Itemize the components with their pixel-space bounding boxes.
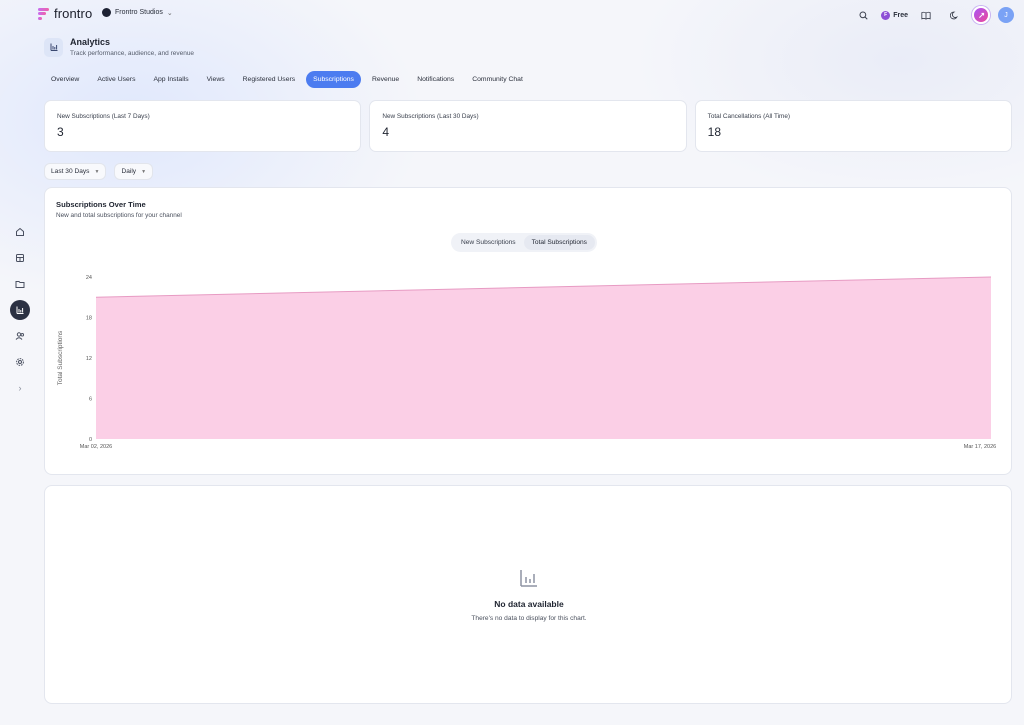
- plan-icon: F: [881, 10, 891, 20]
- stat-card: New Subscriptions (Last 7 Days) 3: [44, 100, 362, 152]
- app-name: frontro: [54, 6, 93, 21]
- user-avatar[interactable]: J: [998, 7, 1014, 23]
- top-right-actions: F Free J: [853, 5, 1014, 25]
- x-tick-label: Mar 17, 2026: [964, 444, 996, 450]
- empty-state-title: No data available: [494, 599, 564, 609]
- y-tick-label: 24: [86, 275, 92, 281]
- top-bar: frontro Frontro Studios ⌄ F Free J: [0, 0, 1024, 30]
- analytics-header-icon: [44, 37, 63, 57]
- stat-card: New Subscriptions (Last 30 Days) 4: [369, 100, 687, 152]
- tab-subscriptions[interactable]: Subscriptions: [306, 71, 361, 88]
- workspace-name: Frontro Studios: [115, 9, 163, 16]
- workspace-switcher[interactable]: Frontro Studios ⌄: [102, 8, 173, 17]
- tab-community-chat[interactable]: Community Chat: [465, 71, 530, 88]
- x-tick-label: Mar 02, 2026: [80, 444, 112, 450]
- stat-label: New Subscriptions (Last 30 Days): [382, 113, 479, 120]
- stat-value: 18: [707, 125, 722, 139]
- interval-select[interactable]: Daily ▼: [114, 163, 154, 180]
- series-area: [96, 277, 991, 439]
- empty-chart-card: No data available There's no data to dis…: [44, 485, 1012, 704]
- filters: Last 30 Days ▼ Daily ▼: [44, 163, 154, 180]
- search-icon[interactable]: [853, 5, 873, 25]
- dashboard-icon[interactable]: [10, 248, 30, 268]
- frontro-logo-icon: [38, 7, 50, 21]
- stat-label: New Subscriptions (Last 7 Days): [57, 113, 150, 120]
- book-icon[interactable]: [916, 5, 936, 25]
- app-logo[interactable]: frontro: [38, 6, 92, 21]
- chevron-down-icon: ⌄: [166, 9, 173, 17]
- tab-app-installs[interactable]: App Installs: [146, 71, 195, 88]
- empty-state-subtitle: There's no data to display for this char…: [471, 615, 587, 622]
- workspace-avatar-button[interactable]: [972, 6, 990, 24]
- workspace-avatar: [102, 8, 111, 17]
- stat-value: 4: [382, 125, 390, 139]
- stat-value: 3: [57, 125, 64, 139]
- tab-overview[interactable]: Overview: [44, 71, 86, 88]
- plan-label: Free: [893, 11, 908, 19]
- page-header: Analytics Track performance, audience, a…: [44, 37, 194, 57]
- page-subtitle: Track performance, audience, and revenue: [70, 50, 195, 57]
- home-icon[interactable]: [10, 222, 30, 242]
- tab-active-users[interactable]: Active Users: [90, 71, 142, 88]
- analytics-tabs: Overview Active Users App Installs Views…: [44, 71, 530, 88]
- chevron-down-icon: ▼: [94, 168, 100, 175]
- page-title: Analytics: [70, 37, 111, 47]
- tab-revenue[interactable]: Revenue: [365, 71, 406, 88]
- subscriptions-chart-card: Subscriptions Over Time New and total su…: [44, 187, 1012, 475]
- date-range-value: Last 30 Days: [51, 168, 90, 175]
- sidebar: ›: [9, 222, 31, 398]
- y-tick-label: 0: [89, 437, 92, 443]
- stat-label: Total Cancellations (All Time): [707, 113, 791, 120]
- tab-notifications[interactable]: Notifications: [410, 71, 461, 88]
- chevron-right-icon[interactable]: ›: [10, 378, 30, 398]
- users-icon[interactable]: [10, 326, 30, 346]
- moon-icon[interactable]: [944, 5, 964, 25]
- chevron-down-icon: ▼: [141, 168, 147, 175]
- settings-icon[interactable]: [10, 352, 30, 372]
- analytics-icon[interactable]: [10, 300, 30, 320]
- area-chart: 0 6 12 18 24 Mar 02, 2026 Mar 17, 2026 Total Su…: [57, 275, 996, 450]
- plan-badge[interactable]: F Free: [881, 10, 908, 20]
- interval-value: Daily: [121, 168, 137, 175]
- stat-card: Total Cancellations (All Time) 18: [694, 100, 1012, 152]
- y-tick-label: 6: [89, 397, 92, 403]
- date-range-select[interactable]: Last 30 Days ▼: [44, 163, 107, 180]
- y-tick-label: 18: [86, 316, 92, 322]
- folder-icon[interactable]: [10, 274, 30, 294]
- bar-chart-icon: [519, 568, 539, 588]
- tab-registered-users[interactable]: Registered Users: [236, 71, 303, 88]
- y-axis-label: Total Subscriptions: [57, 330, 64, 385]
- tab-views[interactable]: Views: [200, 71, 232, 88]
- y-tick-label: 12: [86, 356, 92, 362]
- stat-cards: New Subscriptions (Last 7 Days) 3 New Su…: [44, 100, 1012, 152]
